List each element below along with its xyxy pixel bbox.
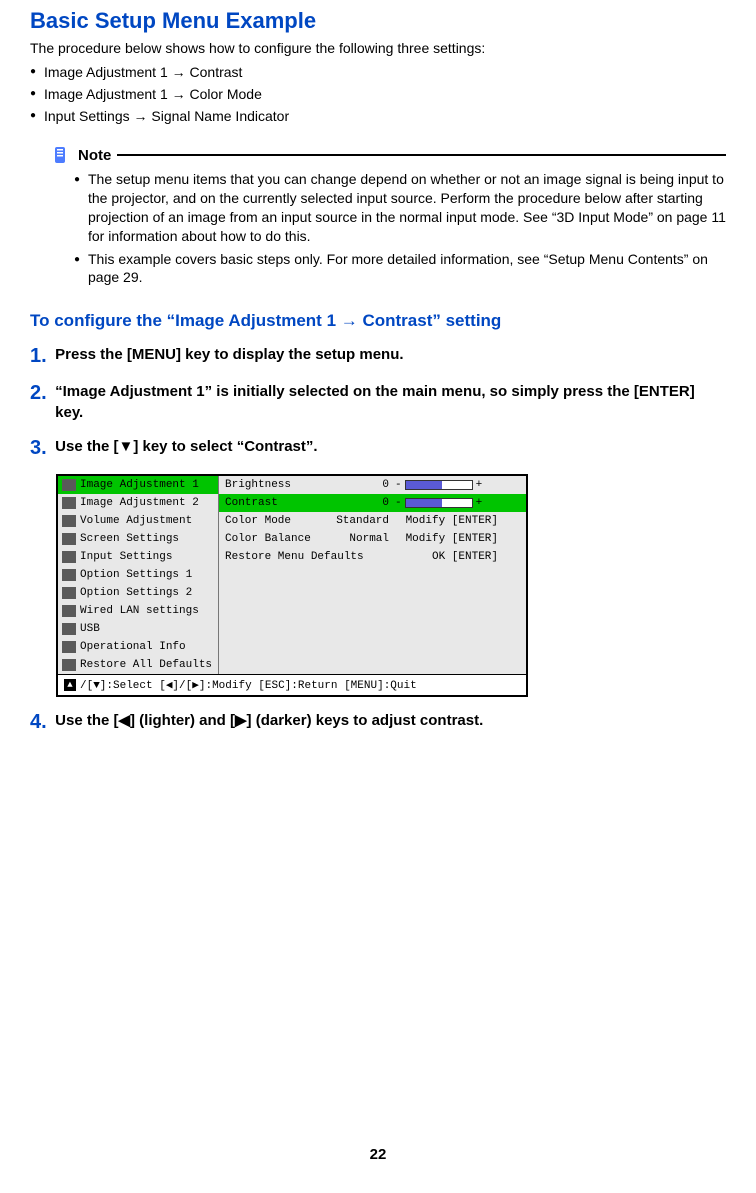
step-number: 2. <box>30 382 47 405</box>
slider[interactable]: -+ <box>395 479 520 491</box>
setting-label: Brightness <box>225 479 335 491</box>
menu-left-panel: Image Adjustment 1 Image Adjustment 2 Vo… <box>58 476 218 674</box>
setting-label: Contrast <box>225 497 335 509</box>
menu-icon <box>62 623 76 635</box>
menu-item-label: Input Settings <box>80 551 172 563</box>
page-number: 22 <box>0 1146 756 1163</box>
menu-item-label: Option Settings 1 <box>80 569 192 581</box>
setting-label: Restore Menu Defaults <box>225 551 395 563</box>
menu-icon <box>62 605 76 617</box>
menu-icon <box>62 551 76 563</box>
setting-action: Modify [ENTER] <box>395 515 500 527</box>
intro-text: The procedure below shows how to configu… <box>30 40 726 56</box>
setting-color-balance[interactable]: Color Balance Normal Modify [ENTER] <box>219 530 526 548</box>
note-item: This example covers basic steps only. Fo… <box>74 250 726 288</box>
menu-item-opinfo[interactable]: Operational Info <box>58 638 218 656</box>
menu-icon <box>62 533 76 545</box>
step-number: 1. <box>30 345 47 368</box>
menu-item-screen[interactable]: Screen Settings <box>58 530 218 548</box>
menu-item-label: Option Settings 2 <box>80 587 192 599</box>
step-number: 4. <box>30 711 47 734</box>
note-box: Note The setup menu items that you can c… <box>50 144 726 287</box>
note-rule <box>117 154 726 156</box>
setting-label: Color Balance <box>225 533 335 545</box>
section-subhead: To configure the “Image Adjustment 1 → C… <box>30 311 726 331</box>
setting-action: OK [ENTER] <box>395 551 500 563</box>
setting-restore-defaults[interactable]: Restore Menu Defaults OK [ENTER] <box>219 548 526 566</box>
slider[interactable]: -+ <box>395 497 520 509</box>
menu-item-label: Image Adjustment 2 <box>80 497 199 509</box>
setting-value: 0 <box>335 479 395 491</box>
menu-item-label: Volume Adjustment <box>80 515 192 527</box>
setting-label: Color Mode <box>225 515 335 527</box>
menu-item-label: Screen Settings <box>80 533 179 545</box>
intro-bullet: Image Adjustment 1 → Color Mode <box>30 86 726 102</box>
note-icon <box>50 144 72 166</box>
menu-item-option2[interactable]: Option Settings 2 <box>58 584 218 602</box>
menu-item-volume[interactable]: Volume Adjustment <box>58 512 218 530</box>
menu-footer: ▲ /[▼]:Select [◀]/[▶]:Modify [ESC]:Retur… <box>58 674 526 695</box>
setting-value: Standard <box>335 515 395 527</box>
menu-item-usb[interactable]: USB <box>58 620 218 638</box>
step-4: 4. Use the [◀] (lighter) and [▶] (darker… <box>30 711 726 734</box>
menu-icon <box>62 641 76 653</box>
menu-item-image-adj-2[interactable]: Image Adjustment 2 <box>58 494 218 512</box>
menu-icon <box>62 497 76 509</box>
step-text: Use the [▼] key to select “Contrast”. <box>55 437 317 457</box>
intro-bullets: Image Adjustment 1 → Contrast Image Adju… <box>30 64 726 124</box>
footer-text: /[▼]:Select [◀]/[▶]:Modify [ESC]:Return … <box>80 678 417 692</box>
intro-bullet: Input Settings → Signal Name Indicator <box>30 108 726 124</box>
setting-action: Modify [ENTER] <box>395 533 500 545</box>
menu-icon <box>62 515 76 527</box>
menu-item-restore[interactable]: Restore All Defaults <box>58 656 218 674</box>
setting-value: Normal <box>335 533 395 545</box>
step-text: “Image Adjustment 1” is initially select… <box>55 382 715 423</box>
step-2: 2. “Image Adjustment 1” is initially sel… <box>30 382 726 423</box>
menu-icon <box>62 587 76 599</box>
menu-item-image-adj-1[interactable]: Image Adjustment 1 <box>58 476 218 494</box>
menu-item-label: Operational Info <box>80 641 186 653</box>
menu-item-option1[interactable]: Option Settings 1 <box>58 566 218 584</box>
setting-value: 0 <box>335 497 395 509</box>
menu-item-label: Image Adjustment 1 <box>80 479 199 491</box>
menu-item-lan[interactable]: Wired LAN settings <box>58 602 218 620</box>
note-label: Note <box>78 147 111 164</box>
page-title: Basic Setup Menu Example <box>30 8 726 34</box>
menu-right-panel: Brightness 0 -+ Contrast 0 -+ Color Mode… <box>218 476 526 674</box>
menu-item-input[interactable]: Input Settings <box>58 548 218 566</box>
intro-bullet: Image Adjustment 1 → Contrast <box>30 64 726 80</box>
step-1: 1. Press the [MENU] key to display the s… <box>30 345 726 368</box>
menu-icon <box>62 659 76 671</box>
menu-icon <box>62 569 76 581</box>
setting-color-mode[interactable]: Color Mode Standard Modify [ENTER] <box>219 512 526 530</box>
up-key-icon: ▲ <box>64 679 76 691</box>
menu-item-label: Restore All Defaults <box>80 659 212 671</box>
step-3: 3. Use the [▼] key to select “Contrast”. <box>30 437 726 460</box>
step-text: Use the [◀] (lighter) and [▶] (darker) k… <box>55 711 483 731</box>
menu-icon <box>62 479 76 491</box>
menu-screenshot: Image Adjustment 1 Image Adjustment 2 Vo… <box>56 474 528 697</box>
setting-contrast[interactable]: Contrast 0 -+ <box>219 494 526 512</box>
menu-item-label: Wired LAN settings <box>80 605 199 617</box>
note-item: The setup menu items that you can change… <box>74 170 726 246</box>
menu-item-label: USB <box>80 623 100 635</box>
step-number: 3. <box>30 437 47 460</box>
setting-brightness[interactable]: Brightness 0 -+ <box>219 476 526 494</box>
step-text: Press the [MENU] key to display the setu… <box>55 345 403 365</box>
